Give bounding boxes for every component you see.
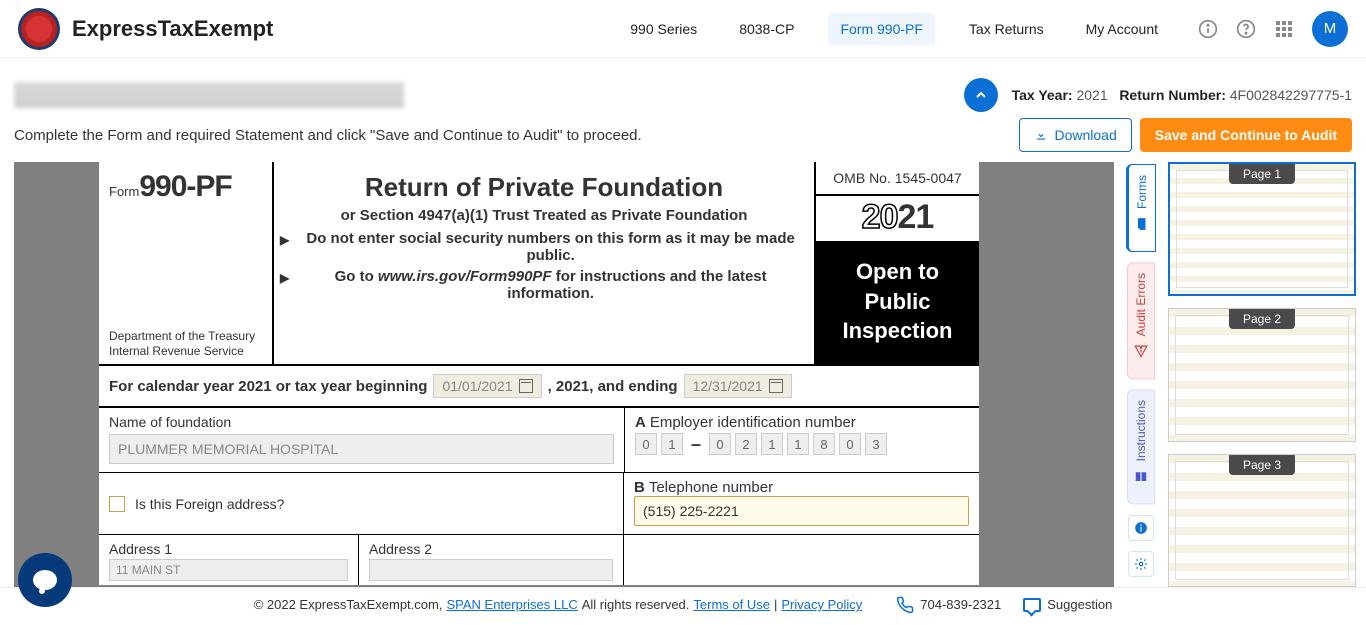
telephone-label: BTelephone number — [634, 479, 969, 496]
form-number: 990-PF — [139, 170, 231, 203]
page-thumbnails: Page 1 Page 2 Page 3 — [1168, 162, 1356, 587]
foreign-address-label: Is this Foreign address? — [135, 496, 284, 512]
privacy-link[interactable]: Privacy Policy — [781, 597, 862, 612]
footer: © 2022 ExpressTaxExempt.com, SPAN Enterp… — [0, 587, 1366, 621]
thumb-page-1[interactable]: Page 1 — [1168, 162, 1356, 296]
foreign-address-checkbox[interactable] — [109, 496, 125, 512]
calendar-icon — [769, 379, 783, 393]
action-buttons: Download Save and Continue to Audit — [1019, 118, 1352, 152]
date-begin-input[interactable]: 01/01/2021 — [433, 374, 541, 398]
span-enterprises-link[interactable]: SPAN Enterprises LLC — [446, 597, 577, 612]
nav-8038-cp[interactable]: 8038-CP — [731, 15, 802, 43]
form-word: Form — [109, 184, 139, 199]
save-continue-label: Save and Continue to Audit — [1155, 127, 1337, 143]
form-viewer[interactable]: Form990-PF Department of the Treasury In… — [14, 162, 1114, 587]
address-2-input[interactable] — [369, 559, 613, 581]
form-title: Return of Private Foundation — [280, 172, 808, 203]
chat-widget-button[interactable] — [18, 553, 72, 607]
ein-label: AEmployer identification number — [635, 414, 969, 431]
nav-icons: M — [1198, 11, 1348, 47]
telephone-input[interactable] — [634, 496, 969, 526]
name-of-foundation-label: Name of foundation — [109, 414, 614, 430]
department-text: Department of the Treasury Internal Reve… — [109, 329, 262, 360]
form-warning: ▶Do not enter social security numbers on… — [280, 230, 808, 264]
open-to-public: Open to Public Inspection — [816, 243, 979, 364]
thumb-page-2[interactable]: Page 2 — [1168, 308, 1356, 442]
download-button[interactable]: Download — [1019, 118, 1131, 152]
foundation-name-input[interactable] — [109, 434, 614, 464]
rail-info-icon[interactable] — [1128, 515, 1154, 541]
date-end-input[interactable]: 12/31/2021 — [684, 374, 792, 398]
rail-settings-icon[interactable] — [1128, 551, 1154, 577]
ein-input[interactable]: 0 1 – 0 2 1 1 8 0 3 — [635, 433, 969, 455]
side-rail: Forms Audit Errors Instructions — [1124, 162, 1158, 587]
instruction-row: Complete the Form and required Statement… — [0, 118, 1366, 162]
address-1-label: Address 1 — [109, 541, 348, 557]
nav-990-series[interactable]: 990 Series — [622, 15, 705, 43]
chat-icon — [33, 570, 57, 590]
rail-tab-forms[interactable]: Forms — [1126, 164, 1156, 252]
meta-and-scroll: Tax Year: 2021 Return Number: 4F00284229… — [964, 78, 1352, 112]
download-label: Download — [1054, 127, 1116, 143]
logo-icon — [18, 8, 60, 50]
omb-number: OMB No. 1545-0047 — [816, 162, 979, 196]
phone-icon — [896, 596, 914, 614]
body: Form990-PF Department of the Treasury In… — [0, 162, 1366, 587]
side-panel: Forms Audit Errors Instructions Page 1 — [1114, 162, 1366, 587]
calendar-year-row: For calendar year 2021 or tax year begin… — [99, 366, 979, 408]
info-icon[interactable] — [1198, 19, 1218, 39]
nav-my-account[interactable]: My Account — [1078, 15, 1166, 43]
tax-year-value: 2021 — [1076, 87, 1107, 103]
header: ExpressTaxExempt 990 Series 8038-CP Form… — [0, 0, 1366, 58]
brand-area: ExpressTaxExempt — [18, 8, 273, 50]
support-phone: 704-839-2321 — [920, 597, 1001, 612]
suggestion-icon — [1023, 598, 1041, 612]
tax-year-big: 2021 — [816, 196, 979, 243]
return-number-label: Return Number: — [1119, 87, 1226, 103]
avatar[interactable]: M — [1312, 11, 1348, 47]
form-page: Form990-PF Department of the Treasury In… — [99, 162, 979, 585]
save-continue-button[interactable]: Save and Continue to Audit — [1140, 118, 1352, 152]
scroll-top-button[interactable] — [964, 78, 998, 112]
calendar-icon — [519, 379, 533, 393]
address-1-input[interactable] — [109, 559, 348, 581]
page-title-redacted — [14, 82, 404, 108]
nav: 990 Series 8038-CP Form 990-PF Tax Retur… — [622, 11, 1348, 47]
thumb-page-3[interactable]: Page 3 — [1168, 454, 1356, 587]
tax-meta: Tax Year: 2021 Return Number: 4F00284229… — [1012, 87, 1352, 103]
nav-form-990-pf[interactable]: Form 990-PF — [828, 13, 934, 45]
footer-copyright: © 2022 ExpressTaxExempt.com, SPAN Enterp… — [254, 597, 863, 612]
brand-name: ExpressTaxExempt — [72, 16, 273, 42]
form-subtitle: or Section 4947(a)(1) Trust Treated as P… — [280, 207, 808, 224]
form-instructions-link: ▶Go to www.irs.gov/Form990PF for instruc… — [280, 268, 808, 302]
rail-tab-audit-errors[interactable]: Audit Errors — [1127, 262, 1155, 379]
suggestion-link[interactable]: Suggestion — [1023, 597, 1112, 612]
tax-year-label: Tax Year: — [1012, 87, 1073, 103]
footer-right: 704-839-2321 Suggestion — [896, 596, 1112, 614]
rail-tab-instructions[interactable]: Instructions — [1127, 389, 1155, 504]
address-2-label: Address 2 — [369, 541, 613, 557]
instruction-text: Complete the Form and required Statement… — [14, 127, 642, 144]
nav-tax-returns[interactable]: Tax Returns — [961, 15, 1052, 43]
help-icon[interactable] — [1236, 19, 1256, 39]
apps-grid-icon[interactable] — [1274, 19, 1294, 39]
terms-link[interactable]: Terms of Use — [693, 597, 770, 612]
return-number-value: 4F002842297775-1 — [1230, 87, 1352, 103]
subband: Tax Year: 2021 Return Number: 4F00284229… — [0, 58, 1366, 118]
page-title-area — [14, 82, 404, 108]
